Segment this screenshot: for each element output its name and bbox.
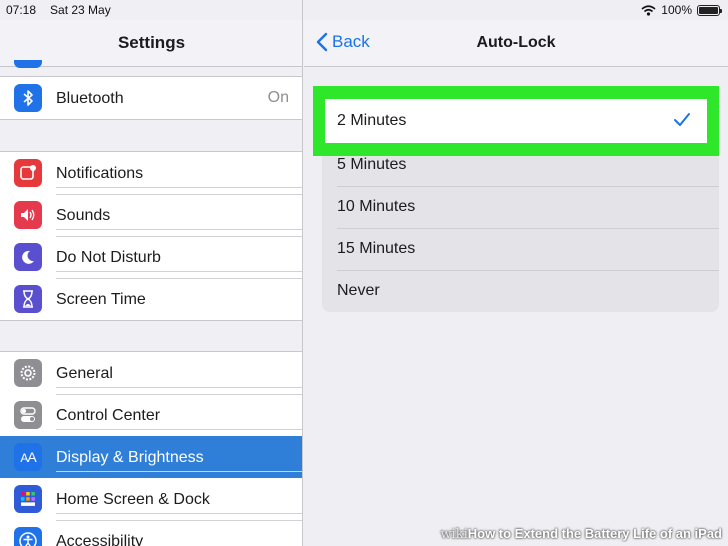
checkmark-icon xyxy=(674,113,690,126)
selected-option-highlight: 2 Minutes xyxy=(313,86,719,156)
notifications-icon xyxy=(14,159,42,187)
watermark-brand: wiki xyxy=(440,527,468,542)
sidebar-item-screen-time[interactable]: Screen Time xyxy=(0,271,302,320)
detail-nav-bar: Back Auto-Lock xyxy=(304,20,728,67)
status-time: 07:18 xyxy=(6,3,37,17)
option-never[interactable]: Never xyxy=(322,270,719,312)
sidebar-header: Settings xyxy=(0,20,302,67)
battery-percentage: 100% xyxy=(661,3,692,17)
wifi-icon xyxy=(641,4,656,16)
option-15-minutes[interactable]: 15 Minutes xyxy=(322,228,719,270)
status-bar: 07:18 Sat 23 May 100% xyxy=(0,0,728,20)
page-title: Auto-Lock xyxy=(476,34,556,51)
connectivity-group: Bluetooth On xyxy=(0,76,302,120)
battery-icon xyxy=(697,4,722,16)
moon-icon xyxy=(14,243,42,271)
text-size-icon: AA xyxy=(14,443,42,471)
gear-icon xyxy=(14,359,42,387)
sounds-icon xyxy=(14,201,42,229)
option-10-minutes[interactable]: 10 Minutes xyxy=(322,186,719,228)
sidebar-item-label: Accessibility xyxy=(56,513,302,546)
watermark-text: to Extend the Battery Life of an iPad xyxy=(495,526,722,541)
option-2-minutes[interactable]: 2 Minutes xyxy=(325,99,707,143)
auto-lock-detail-pane: Back Auto-Lock 5 Minutes 10 Minutes 15 M… xyxy=(304,0,728,546)
hourglass-icon xyxy=(14,285,42,313)
sidebar-item-accessibility[interactable]: Accessibility xyxy=(0,513,302,546)
sidebar-item-bluetooth[interactable]: Bluetooth On xyxy=(0,77,302,119)
wikihow-watermark: wikiHow to Extend the Battery Life of an… xyxy=(440,526,722,542)
sidebar-item-label: Bluetooth xyxy=(56,90,124,107)
battery-fill xyxy=(699,6,718,14)
grid-icon xyxy=(14,485,42,513)
sidebar-item-label: Screen Time xyxy=(56,271,302,320)
sidebar-title: Settings xyxy=(117,33,186,52)
option-label: 2 Minutes xyxy=(337,112,407,129)
accessibility-icon xyxy=(14,527,42,546)
watermark-how: How xyxy=(467,526,496,541)
bluetooth-status-value: On xyxy=(267,89,289,106)
notifications-group: Notifications Sounds Do Not Disturb Scre… xyxy=(0,151,302,321)
toggles-icon xyxy=(14,401,42,429)
status-date: Sat 23 May xyxy=(50,3,111,17)
settings-sidebar: Settings Bluetooth On Notifications Soun… xyxy=(0,0,303,546)
general-group: General Control Center AA Display & Brig… xyxy=(0,351,302,546)
partial-row-icon xyxy=(14,60,42,68)
bluetooth-icon xyxy=(14,84,42,112)
